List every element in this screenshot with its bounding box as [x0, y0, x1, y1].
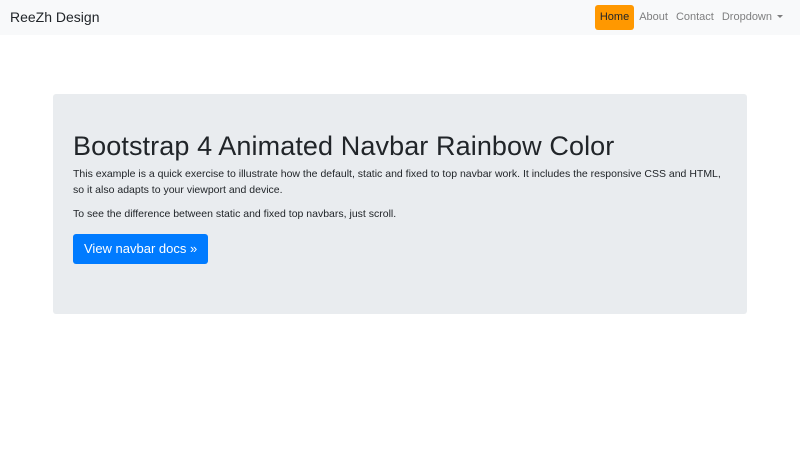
chevron-down-icon	[777, 15, 783, 18]
dropdown-label: Dropdown	[721, 11, 772, 23]
scroll-hint-paragraph: To see the difference between static and…	[73, 207, 397, 220]
intro-paragraph: This example is a quick exercise to illu…	[73, 168, 721, 197]
nav-item-home[interactable]: Home	[594, 5, 635, 30]
view-navbar-docs-button[interactable]: View navbar docs »	[73, 233, 209, 264]
nav-item-contact[interactable]: Contact	[672, 5, 718, 30]
top-navbar: ReeZh Design Home About Contact Dropdown	[0, 0, 800, 35]
nav-item-about[interactable]: About	[635, 5, 672, 30]
jumbotron: Bootstrap 4 Animated Navbar Rainbow Colo…	[53, 94, 747, 314]
nav-item-dropdown[interactable]: Dropdown	[718, 5, 787, 30]
navbar-nav: Home About Contact Dropdown	[594, 5, 787, 30]
page-title: Bootstrap 4 Animated Navbar Rainbow Colo…	[73, 131, 615, 161]
navbar-brand[interactable]: ReeZh Design	[10, 9, 100, 25]
